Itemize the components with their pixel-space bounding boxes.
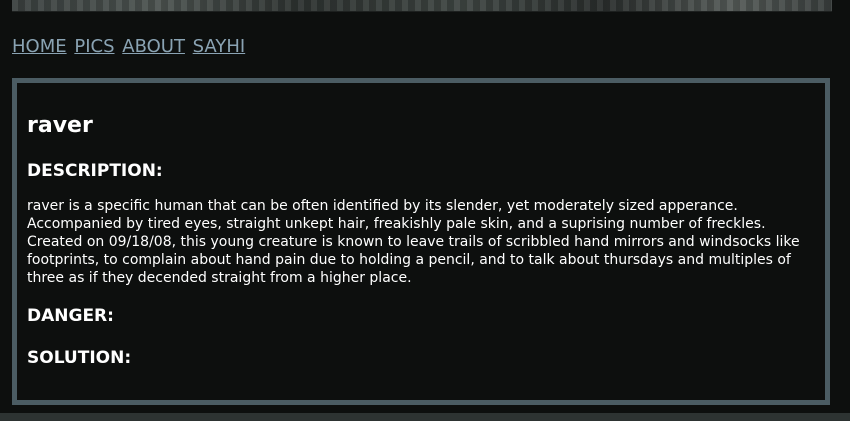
nav-link-home[interactable]: HOME: [12, 36, 67, 57]
entry-title: raver: [27, 113, 93, 138]
nav-link-pics[interactable]: PICS: [74, 36, 114, 57]
description-text: raver is a specific human that can be of…: [27, 198, 800, 286]
description-heading: DESCRIPTION:: [27, 161, 163, 181]
nav-link-about[interactable]: ABOUT: [122, 36, 185, 57]
entry-content: raver DESCRIPTION: raver is a specific h…: [27, 113, 809, 368]
bottom-border-bar: [0, 413, 850, 421]
nav-link-sayhi[interactable]: SAYHI: [193, 36, 246, 57]
solution-heading: SOLUTION:: [27, 348, 132, 368]
main-nav: HOME PICS ABOUT SAYHI: [12, 35, 247, 59]
danger-heading: DANGER:: [27, 306, 114, 326]
entry-panel: raver DESCRIPTION: raver is a specific h…: [12, 78, 830, 405]
header-banner-image: [12, 0, 832, 12]
